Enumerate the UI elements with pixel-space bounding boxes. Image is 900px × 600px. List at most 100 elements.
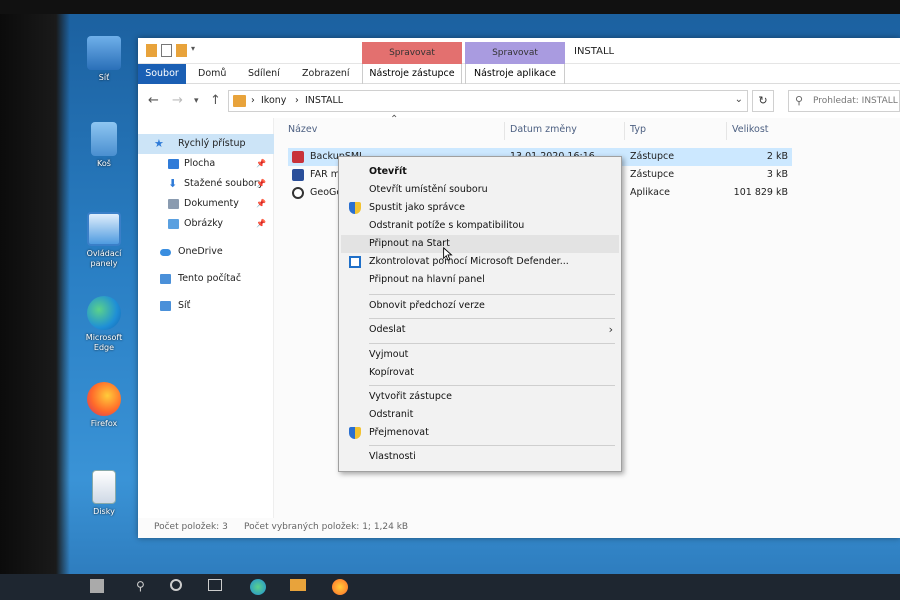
menu-item-cut[interactable]: Vyjmout <box>341 346 619 364</box>
menu-item-restore-previous-versions[interactable]: Obnovit předchozí verze <box>341 297 619 315</box>
menu-item-scan-defender[interactable]: Zkontrolovat pomocí Microsoft Defender..… <box>341 253 619 271</box>
pin-icon[interactable]: 📌 <box>256 214 266 234</box>
menu-item-open[interactable]: Otevřít <box>341 163 619 181</box>
nav-item-desktop[interactable]: Plocha 📌 <box>138 154 274 174</box>
desktop-icon-label: Microsoft Edge <box>85 333 123 352</box>
chevron-right-icon[interactable]: › <box>295 95 299 106</box>
shield-icon <box>349 202 361 214</box>
menu-item-properties[interactable]: Vlastnosti <box>341 448 619 466</box>
chevron-right-icon[interactable]: › <box>251 95 255 106</box>
nav-item-this-pc[interactable]: Tento počítač <box>138 269 274 289</box>
menu-item-run-as-admin[interactable]: Spustit jako správce <box>341 199 619 217</box>
menu-item-troubleshoot-compatibility[interactable]: Odstranit potíže s kompatibilitou <box>341 217 619 235</box>
nav-item-documents[interactable]: Dokumenty 📌 <box>138 194 274 214</box>
tab-view[interactable]: Zobrazení <box>296 64 356 84</box>
column-header-date[interactable]: Datum změny <box>510 124 577 135</box>
tab-file[interactable]: Soubor <box>138 64 186 84</box>
menu-item-send-to[interactable]: Odeslat › <box>341 321 619 339</box>
pictures-icon <box>168 219 179 229</box>
firefox-icon[interactable] <box>332 579 348 595</box>
tab-manage-shortcut-header[interactable]: Spravovat <box>362 42 462 64</box>
desktop-icon-label: Disky <box>93 507 115 516</box>
menu-item-label: Zkontrolovat pomocí Microsoft Defender..… <box>369 256 569 267</box>
column-divider[interactable] <box>726 122 727 140</box>
nav-item-downloads[interactable]: ⬇ Stažené soubory 📌 <box>138 174 274 194</box>
search-placeholder: Prohledat: INSTALL <box>813 96 898 106</box>
menu-item-label: Spustit jako správce <box>369 202 465 213</box>
recycle-bin-icon <box>91 122 117 156</box>
properties-icon[interactable] <box>161 44 172 57</box>
star-icon: ★ <box>154 137 164 150</box>
computer-icon <box>160 274 171 284</box>
search-input[interactable]: ⚲ Prohledat: INSTALL <box>788 90 900 112</box>
desktop-icon-label: Síť <box>98 73 110 82</box>
defender-icon <box>349 256 361 268</box>
nav-item-onedrive[interactable]: OneDrive <box>138 242 274 262</box>
column-divider[interactable] <box>504 122 505 140</box>
pin-icon[interactable]: 📌 <box>256 154 266 174</box>
cortana-icon[interactable] <box>170 579 182 591</box>
menu-item-delete[interactable]: Odstranit <box>341 406 619 424</box>
nav-label: Síť <box>178 300 191 311</box>
nav-item-quick-access[interactable]: ★ Rychlý přístup <box>138 134 274 154</box>
menu-item-pin-to-start[interactable]: Připnout na Start <box>341 235 619 253</box>
nav-item-pictures[interactable]: Obrázky 📌 <box>138 214 274 234</box>
breadcrumb-ikony[interactable]: Ikony <box>261 95 286 106</box>
folder-icon[interactable] <box>146 44 157 57</box>
menu-item-rename[interactable]: Přejmenovat <box>341 424 619 442</box>
pin-icon[interactable]: 📌 <box>256 194 266 214</box>
tab-share[interactable]: Sdílení <box>242 64 286 84</box>
shortcut-app-icon <box>292 169 304 181</box>
edge-icon[interactable] <box>250 579 266 595</box>
menu-item-label: Odeslat <box>369 324 406 335</box>
tab-shortcut-tools[interactable]: Nástroje zástupce <box>362 64 462 84</box>
menu-item-create-shortcut[interactable]: Vytvořit zástupce <box>341 388 619 406</box>
up-arrow-icon[interactable]: ↑ <box>210 93 221 108</box>
back-arrow-icon[interactable]: ← <box>148 93 159 108</box>
download-icon: ⬇ <box>168 177 178 190</box>
desktop-icon-label: Firefox <box>90 419 118 428</box>
menu-item-copy[interactable]: Kopírovat <box>341 364 619 382</box>
column-header-type[interactable]: Typ <box>630 124 646 135</box>
column-header-name[interactable]: Název <box>288 124 317 135</box>
menu-item-label: Odstranit <box>369 409 414 420</box>
forward-arrow-icon[interactable]: → <box>172 93 183 108</box>
tab-manage-app-header[interactable]: Spravovat <box>465 42 565 64</box>
tab-home[interactable]: Domů <box>192 64 232 84</box>
status-item-count: Počet položek: 3 <box>154 522 228 532</box>
ribbon-tabs: Soubor Domů Sdílení Zobrazení Nástroje z… <box>138 64 900 84</box>
address-input[interactable]: › Ikony › INSTALL ⌄ <box>228 90 748 112</box>
tab-application-tools[interactable]: Nástroje aplikace <box>465 64 565 84</box>
breadcrumb-install[interactable]: INSTALL <box>305 95 343 106</box>
nav-item-network[interactable]: Síť <box>138 296 274 316</box>
chevron-down-icon[interactable]: ▾ <box>191 44 199 57</box>
window-title: INSTALL <box>574 46 615 57</box>
desktop-icon-edge[interactable]: Microsoft Edge <box>76 296 132 352</box>
desktop-icon-network[interactable]: Síť <box>76 36 132 83</box>
recent-locations-icon[interactable]: ▾ <box>194 96 199 106</box>
search-icon[interactable]: ⚲ <box>136 579 152 595</box>
menu-item-label: Otevřít <box>369 166 407 177</box>
nav-label: Obrázky <box>184 218 224 229</box>
desktop-icon-disk[interactable]: Disky <box>76 470 132 517</box>
desktop-icon-recycle-bin[interactable]: Koš <box>76 122 132 169</box>
column-divider[interactable] <box>624 122 625 140</box>
pin-icon[interactable]: 📌 <box>256 174 266 194</box>
windows-start-icon[interactable] <box>90 579 104 593</box>
desktop-icon-control-panel[interactable]: Ovládací panely <box>76 212 132 268</box>
desktop-icon-firefox[interactable]: Firefox <box>76 382 132 429</box>
nav-label: Stažené soubory <box>184 178 264 189</box>
file-explorer-icon[interactable] <box>290 579 306 591</box>
new-folder-icon[interactable] <box>176 44 187 57</box>
address-bar-row: ← → ▾ ↑ › Ikony › INSTALL ⌄ ↻ ⚲ Prohleda… <box>138 84 900 118</box>
column-header-size[interactable]: Velikost <box>732 124 769 135</box>
menu-item-pin-to-taskbar[interactable]: Připnout na hlavní panel <box>341 271 619 289</box>
menu-separator <box>369 294 615 295</box>
menu-item-open-file-location[interactable]: Otevřít umístění souboru <box>341 181 619 199</box>
chevron-right-icon: › <box>608 323 613 336</box>
chevron-down-icon[interactable]: ⌄ <box>735 94 743 105</box>
monitor-bezel-left <box>0 0 70 600</box>
refresh-button[interactable]: ↻ <box>752 90 774 112</box>
task-view-icon[interactable] <box>208 579 222 591</box>
desktop-icon-label: Koš <box>97 159 111 168</box>
